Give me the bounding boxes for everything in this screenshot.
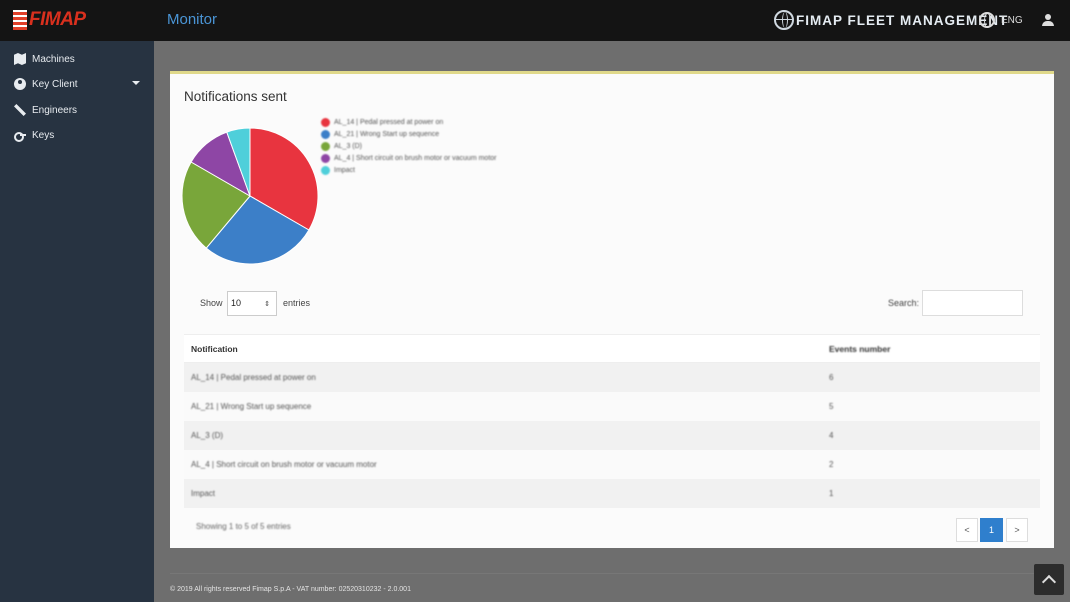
legend-label: Impact bbox=[334, 166, 356, 174]
fleet-management-brand: FIMAP FLEET MANAGEMENT bbox=[774, 10, 1008, 30]
legend-color-icon bbox=[321, 117, 330, 127]
legend-color-icon bbox=[321, 129, 330, 139]
events-number-cell: 1 bbox=[829, 489, 834, 498]
legend-label: AL_21 | Wrong Start up sequence bbox=[334, 130, 440, 138]
legend-item[interactable]: AL_21 | Wrong Start up sequence bbox=[321, 128, 497, 140]
entries-label: entries bbox=[283, 298, 311, 308]
search-label: Search: bbox=[888, 298, 920, 308]
account-circle-icon bbox=[14, 78, 26, 90]
events-number-cell: 6 bbox=[829, 373, 834, 382]
fimap-logo[interactable]: FIMAP bbox=[13, 9, 86, 30]
legend-color-icon bbox=[321, 141, 330, 151]
sidebar-item-key-client[interactable]: Key Client bbox=[0, 72, 154, 96]
table-row: AL_4 | Short circuit on brush motor or v… bbox=[184, 450, 1040, 479]
legend-label: AL_14 | Pedal pressed at power on bbox=[334, 118, 444, 126]
table-body: AL_14 | Pedal pressed at power on 6 AL_2… bbox=[184, 363, 1040, 508]
table-row: AL_14 | Pedal pressed at power on 6 bbox=[184, 363, 1040, 392]
legend-label: AL_3 (D) bbox=[334, 142, 363, 150]
globe-icon bbox=[774, 10, 794, 30]
language-label: ENG bbox=[1001, 14, 1023, 26]
table-info: Showing 1 to 5 of 5 entries bbox=[196, 522, 291, 531]
notification-cell: AL_3 (D) bbox=[191, 431, 224, 440]
legend-item[interactable]: AL_3 (D) bbox=[321, 140, 497, 152]
sidebar-item-label: Machines bbox=[32, 53, 75, 65]
table-row: AL_3 (D) 4 bbox=[184, 421, 1040, 450]
show-label: Show bbox=[200, 298, 223, 308]
key-icon bbox=[14, 129, 26, 142]
notification-cell: AL_4 | Short circuit on brush motor or v… bbox=[191, 460, 377, 469]
sidebar-item-engineers[interactable]: Engineers bbox=[0, 98, 154, 122]
user-account-icon[interactable] bbox=[1041, 13, 1055, 28]
chevron-down-icon[interactable] bbox=[132, 81, 140, 85]
sidebar-item-label: Engineers bbox=[32, 104, 78, 116]
legend-item[interactable]: AL_4 | Short circuit on brush motor or v… bbox=[321, 152, 497, 164]
column-header-notification[interactable]: Notification bbox=[184, 344, 822, 354]
notification-cell: AL_21 | Wrong Start up sequence bbox=[191, 402, 312, 411]
notifications-card: Notifications sent AL_14 | Pedal pressed… bbox=[170, 71, 1054, 548]
top-bar: FIMAP Monitor FIMAP FLEET MANAGEMENT ENG bbox=[0, 0, 1070, 41]
legend-label: AL_4 | Short circuit on brush motor or v… bbox=[334, 154, 497, 162]
legend-item[interactable]: Impact bbox=[321, 164, 497, 176]
select-arrows-icon: ⇕ bbox=[264, 301, 270, 308]
notification-cell: AL_14 | Pedal pressed at power on bbox=[191, 373, 316, 382]
wrench-icon bbox=[14, 104, 26, 116]
notifications-pie-chart bbox=[181, 127, 319, 265]
legend-item[interactable]: AL_14 | Pedal pressed at power on bbox=[321, 116, 497, 128]
logo-text: FIMAP bbox=[29, 9, 86, 30]
column-header-events-number[interactable]: Events number bbox=[822, 344, 1040, 354]
notifications-table: Notification Events number AL_14 | Pedal… bbox=[184, 334, 1040, 508]
legend-color-icon bbox=[321, 153, 330, 163]
events-number-cell: 5 bbox=[829, 402, 834, 411]
footer-divider bbox=[170, 573, 1054, 574]
table-row: AL_21 | Wrong Start up sequence 5 bbox=[184, 392, 1040, 421]
entries-select-value: 10 bbox=[231, 298, 242, 308]
table-header: Notification Events number bbox=[184, 334, 1040, 363]
scroll-to-top-button[interactable] bbox=[1034, 564, 1064, 595]
chart-legend: AL_14 | Pedal pressed at power on AL_21 |… bbox=[321, 116, 497, 176]
entries-select[interactable]: 10 ⇕ bbox=[227, 291, 277, 316]
legend-color-icon bbox=[321, 165, 330, 175]
events-number-cell: 2 bbox=[829, 460, 834, 469]
sidebar: Machines Key Client Engineers Keys bbox=[0, 41, 154, 602]
sidebar-item-label: Key Client bbox=[32, 78, 78, 90]
card-title: Notifications sent bbox=[184, 89, 287, 104]
sidebar-item-machines[interactable]: Machines bbox=[0, 47, 154, 71]
footer: © 2019 All rights reserved Fimap S.p.A -… bbox=[170, 586, 411, 593]
language-globe-icon bbox=[979, 12, 995, 28]
search-input[interactable] bbox=[922, 290, 1023, 316]
sidebar-item-label: Keys bbox=[32, 129, 55, 141]
sidebar-item-keys[interactable]: Keys bbox=[0, 123, 154, 147]
fleet-management-title: FIMAP FLEET MANAGEMENT bbox=[796, 12, 1009, 28]
previous-page-button[interactable]: < bbox=[956, 518, 978, 542]
notification-cell: Impact bbox=[191, 489, 216, 498]
page-1-button[interactable]: 1 bbox=[980, 518, 1003, 542]
events-number-cell: 4 bbox=[829, 431, 834, 440]
map-icon bbox=[14, 53, 26, 65]
next-page-button[interactable]: > bbox=[1006, 518, 1028, 542]
page-title: Monitor bbox=[167, 11, 218, 28]
table-row: Impact 1 bbox=[184, 479, 1040, 508]
logo-flag-icon bbox=[13, 10, 27, 30]
language-selector[interactable]: ENG bbox=[979, 12, 1023, 28]
